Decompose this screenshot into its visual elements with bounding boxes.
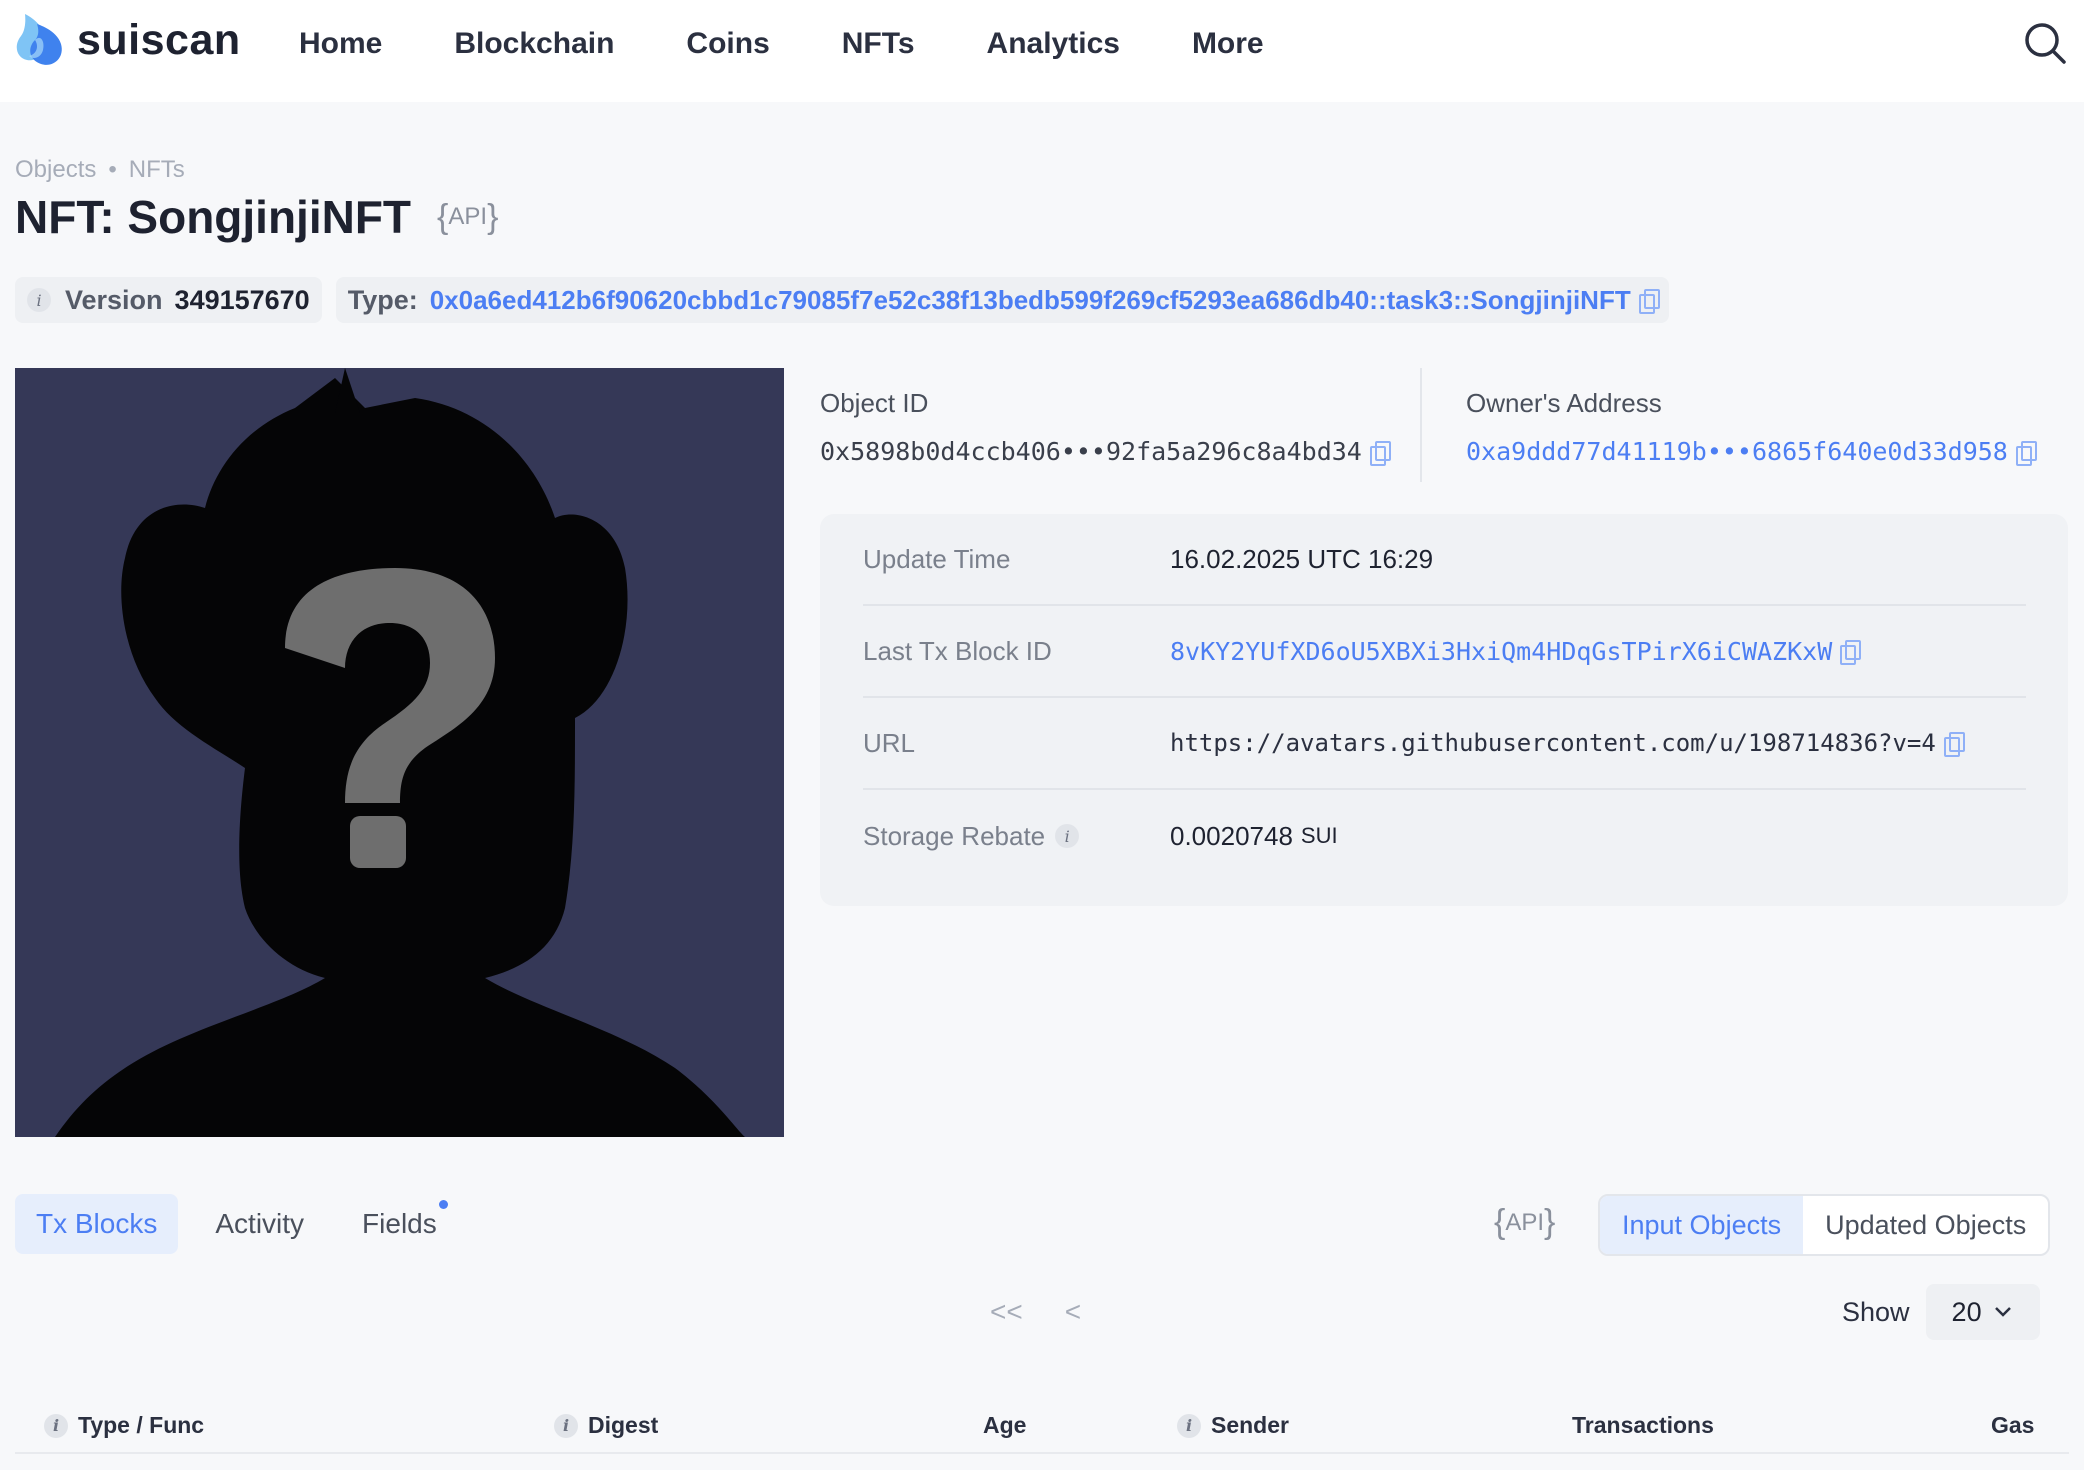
storage-rebate-row: 0.0020748 SUI: [1170, 821, 1338, 852]
update-time-value: 16.02.2025 UTC 16:29: [1170, 543, 1434, 574]
update-time-label: Update Time: [863, 543, 1011, 574]
title-row: NFT: SongjinjiNFT {API}: [15, 190, 498, 244]
segment-input-objects[interactable]: Input Objects: [1600, 1196, 1804, 1254]
nav-item-analytics[interactable]: Analytics: [987, 27, 1120, 61]
owner-block: Owner's Address 0xa9ddd77d41119b•••6865f…: [1466, 388, 2037, 466]
column-header-gas: Gas: [1991, 1412, 2034, 1439]
storage-rebate-value: 0.0020748: [1170, 820, 1293, 851]
table-header-divider: [15, 1452, 2069, 1454]
column-header-age: Age: [983, 1412, 1026, 1439]
column-header-label: Sender: [1211, 1412, 1289, 1438]
breadcrumb-separator: •: [108, 156, 117, 183]
last-tx-row: 8vKY2YUfXD6oU5XBXi3HxiQm4HDqGsTPirX6iCWA…: [1170, 637, 1862, 666]
first-page-button[interactable]: <<: [990, 1296, 1023, 1328]
segment-updated-objects[interactable]: Updated Objects: [1803, 1196, 2048, 1254]
info-icon[interactable]: i: [27, 288, 51, 312]
copy-icon[interactable]: [1840, 640, 1862, 665]
version-chip: i Version 349157670: [15, 277, 322, 323]
table-header: i Type / Func i Digest Age i Sender Tran…: [0, 1392, 2084, 1456]
type-link[interactable]: 0x0a6ed412b6f90620cbbd1c79085f7e52c38f13…: [430, 285, 1631, 316]
url-label: URL: [863, 727, 916, 758]
storage-rebate-label-wrap: Storage Rebate i: [863, 821, 1170, 852]
detail-row-last-tx: Last Tx Block ID 8vKY2YUfXD6oU5XBXi3HxiQ…: [863, 606, 2026, 698]
breadcrumb-objects[interactable]: Objects: [15, 156, 96, 184]
column-header-label: Age: [983, 1412, 1027, 1438]
copy-icon[interactable]: [1638, 289, 1660, 314]
search-icon[interactable]: [2022, 20, 2068, 66]
tab-fields-label: Fields: [362, 1208, 437, 1239]
object-id-block: Object ID 0x5898b0d4ccb406•••92fa5a296c8…: [820, 388, 1391, 466]
tabs-api-label: API: [1505, 1208, 1545, 1236]
detail-row-update-time: Update Time 16.02.2025 UTC 16:29: [863, 514, 2026, 606]
column-header-label: Digest: [588, 1412, 659, 1438]
storage-rebate-label: Storage Rebate: [863, 820, 1046, 851]
breadcrumb: Objects • NFTs: [15, 156, 185, 184]
notification-dot: [438, 1200, 448, 1209]
objects-segment: Input Objects Updated Objects: [1598, 1194, 2051, 1256]
nav-item-coins[interactable]: Coins: [686, 27, 769, 61]
column-header-transactions: Transactions: [1572, 1412, 1714, 1439]
page-size-value: 20: [1951, 1296, 1982, 1327]
owner-address-link[interactable]: 0xa9ddd77d41119b•••6865f640e0d33d958: [1466, 437, 2008, 466]
prev-page-button[interactable]: <: [1065, 1296, 1081, 1328]
column-header-label: Transactions: [1572, 1412, 1714, 1438]
object-id-row: 0x5898b0d4ccb406•••92fa5a296c8a4bd34: [820, 437, 1391, 466]
object-chips: i Version 349157670 Type: 0x0a6ed412b6f9…: [15, 277, 1683, 323]
last-tx-link[interactable]: 8vKY2YUfXD6oU5XBXi3HxiQm4HDqGsTPirX6iCWA…: [1170, 637, 1832, 666]
tab-fields[interactable]: Fields: [341, 1194, 458, 1254]
page-title: NFT: SongjinjiNFT: [15, 191, 412, 243]
copy-icon[interactable]: [1369, 440, 1391, 466]
owner-label: Owner's Address: [1466, 388, 1662, 418]
page-size: Show 20: [1842, 1284, 2040, 1340]
show-label: Show: [1842, 1296, 1910, 1327]
nav-item-blockchain[interactable]: Blockchain: [454, 27, 614, 61]
main-nav: Home Blockchain Coins NFTs Analytics Mor…: [299, 0, 1336, 88]
column-header-digest: i Digest: [554, 1412, 658, 1439]
column-header-type-func: i Type / Func: [44, 1412, 204, 1439]
type-chip: Type: 0x0a6ed412b6f90620cbbd1c79085f7e52…: [335, 277, 1669, 323]
info-icon[interactable]: i: [44, 1413, 68, 1438]
detail-row-storage-rebate: Storage Rebate i 0.0020748 SUI: [863, 790, 2026, 882]
tab-activity[interactable]: Activity: [194, 1194, 325, 1254]
copy-icon[interactable]: [2015, 440, 2037, 466]
object-id-label: Object ID: [820, 388, 929, 418]
tabs: Tx Blocks Activity Fields: [15, 1194, 474, 1254]
top-header: suiscan Home Blockchain Coins NFTs Analy…: [0, 0, 2084, 102]
column-header-sender: i Sender: [1177, 1412, 1289, 1439]
nav-item-nfts[interactable]: NFTs: [842, 27, 915, 61]
info-icon[interactable]: i: [1177, 1413, 1201, 1438]
column-header-label: Type / Func: [78, 1412, 205, 1438]
column-header-label: Gas: [1991, 1412, 2035, 1438]
copy-icon[interactable]: [1943, 732, 1965, 757]
info-icon[interactable]: i: [554, 1413, 578, 1438]
version-value: 349157670: [174, 284, 310, 315]
last-tx-label: Last Tx Block ID: [863, 635, 1052, 666]
url-value: https://avatars.githubusercontent.com/u/…: [1170, 729, 1936, 757]
detail-row-url: URL https://avatars.githubusercontent.co…: [863, 698, 2026, 790]
url-row: https://avatars.githubusercontent.com/u/…: [1170, 729, 1965, 757]
version-label: Version: [65, 284, 163, 315]
nav-item-more[interactable]: More: [1192, 27, 1264, 61]
chevron-down-icon: [1994, 1302, 2012, 1323]
api-label: API: [448, 203, 488, 230]
brand-logo[interactable]: suiscan: [15, 12, 241, 68]
details-panel: Update Time 16.02.2025 UTC 16:29 Last Tx…: [820, 514, 2068, 906]
divider: [1420, 368, 1422, 482]
type-label: Type:: [347, 284, 418, 315]
nft-image: [15, 368, 784, 1137]
api-button[interactable]: {API}: [437, 198, 498, 237]
object-id-value: 0x5898b0d4ccb406•••92fa5a296c8a4bd34: [820, 437, 1362, 466]
info-icon[interactable]: i: [1055, 824, 1080, 848]
storage-rebate-unit: SUI: [1300, 823, 1338, 848]
owner-row: 0xa9ddd77d41119b•••6865f640e0d33d958: [1466, 437, 2037, 466]
breadcrumb-nfts[interactable]: NFTs: [129, 156, 185, 184]
tab-tx-blocks[interactable]: Tx Blocks: [15, 1194, 179, 1254]
nav-item-home[interactable]: Home: [299, 27, 382, 61]
pagination: << <: [990, 1296, 1123, 1328]
tabs-api-button[interactable]: {API}: [1494, 1203, 1555, 1242]
page-size-select[interactable]: 20: [1925, 1284, 2040, 1340]
brand-name: suiscan: [77, 15, 241, 64]
logo-droplet-icon: [15, 12, 69, 68]
